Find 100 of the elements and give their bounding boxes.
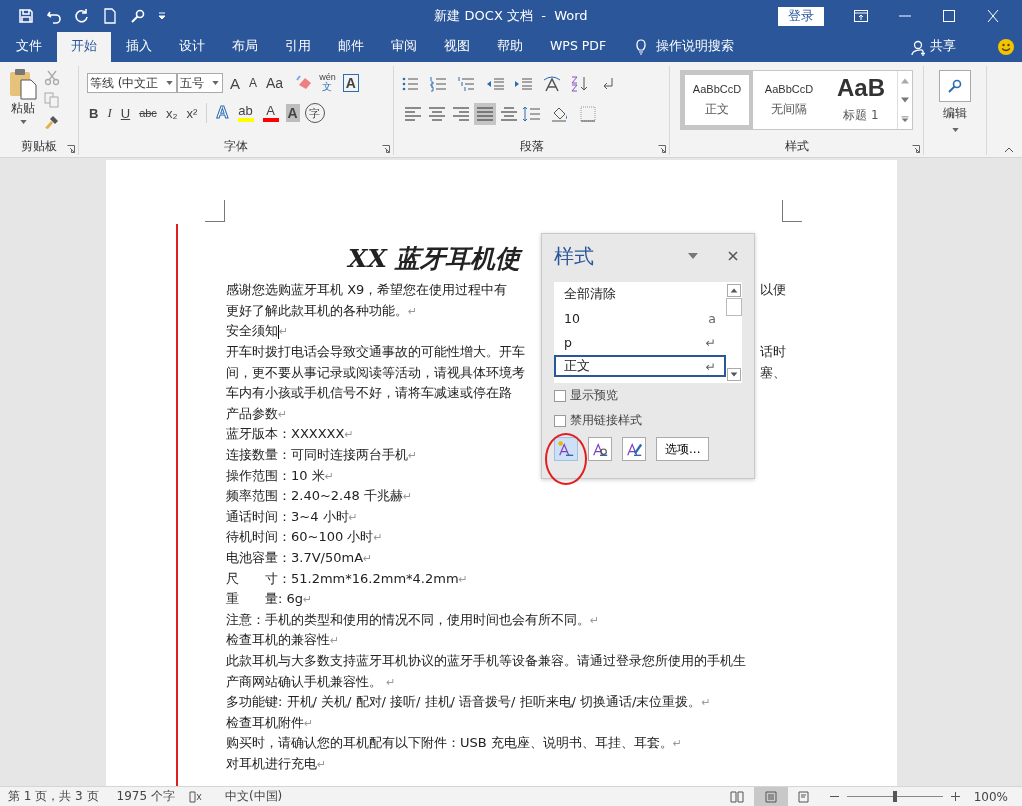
- character-shading-button[interactable]: A: [285, 104, 300, 122]
- ribbon-tab[interactable]: 帮助: [485, 32, 535, 62]
- style-list-item[interactable]: 全部清除: [554, 283, 726, 305]
- list-scrollbar[interactable]: [726, 282, 742, 383]
- decrease-indent-icon[interactable]: [486, 76, 506, 92]
- ribbon-tab[interactable]: 审阅: [379, 32, 429, 62]
- borders-icon[interactable]: [578, 106, 598, 122]
- checkbox[interactable]: [554, 414, 566, 427]
- maximize-icon[interactable]: [942, 10, 956, 22]
- style-option[interactable]: AaBbCcD 无间隔: [753, 71, 825, 129]
- style-option[interactable]: AaBbCcD 正文: [681, 71, 753, 129]
- style-option[interactable]: AaB 标题 1: [825, 71, 897, 129]
- scroll-down-icon[interactable]: [901, 97, 909, 103]
- proofing-icon[interactable]: [188, 790, 203, 803]
- ribbon-tab[interactable]: WPS PDF: [538, 32, 619, 62]
- font-style-button[interactable]: I: [105, 102, 114, 124]
- scroll-up-icon[interactable]: [727, 284, 741, 297]
- font-name-dropdown[interactable]: 等线 (中文正: [87, 73, 177, 93]
- manage-styles-button[interactable]: [622, 437, 646, 461]
- font-tool-button[interactable]: Aa: [264, 72, 286, 94]
- collapse-ribbon-icon[interactable]: [1004, 147, 1014, 153]
- ribbon-tab[interactable]: 布局: [220, 32, 270, 62]
- font-style-button[interactable]: x₂: [163, 102, 180, 124]
- view-mode-button[interactable]: [753, 787, 788, 806]
- style-inspector-button[interactable]: [588, 437, 612, 461]
- character-border-button[interactable]: A: [342, 74, 359, 92]
- document-text-line: 以便: [760, 281, 786, 300]
- style-list-item[interactable]: 10 a: [554, 307, 726, 329]
- checkbox[interactable]: [554, 389, 566, 402]
- options-button[interactable]: 选项...: [656, 437, 710, 461]
- ribbon-tab[interactable]: 邮件: [326, 32, 376, 62]
- document-text-line: 连接数量：可同时连接两台手机↵: [226, 446, 418, 465]
- document-text-line: 更好了解此款耳机的各种功能。↵: [226, 301, 418, 320]
- zoom-slider-thumb[interactable]: [892, 791, 897, 802]
- caret-icon[interactable]: [688, 253, 698, 259]
- close-icon[interactable]: [728, 251, 738, 261]
- person-add-icon: [911, 40, 927, 56]
- ribbon-tab[interactable]: 开始: [57, 32, 111, 62]
- ribbon-tab[interactable]: 视图: [432, 32, 482, 62]
- tell-me-search[interactable]: 操作说明搜索: [656, 32, 735, 62]
- scroll-thumb[interactable]: [726, 298, 742, 316]
- font-style-button[interactable]: x²: [184, 102, 200, 124]
- document-text-line: 操作范围：10 米↵: [226, 466, 334, 485]
- new-style-button[interactable]: [554, 437, 578, 461]
- font-color-button[interactable]: A: [260, 102, 281, 124]
- ribbon-tab[interactable]: 文件: [4, 32, 54, 62]
- sort-icon[interactable]: [570, 76, 590, 92]
- dialog-launcher-icon[interactable]: [658, 145, 666, 153]
- phonetic-guide-button[interactable]: wén 文: [317, 72, 338, 94]
- document-title: XX 蓝牙耳机使: [348, 244, 521, 274]
- page-count[interactable]: 第 1 页，共 3 页: [0, 788, 109, 805]
- new-style-icon: [557, 440, 575, 458]
- document-text-line: 产品参数↵: [226, 404, 288, 423]
- style-list-item[interactable]: 正文 ↵: [554, 355, 726, 377]
- zoom-in-icon[interactable]: [950, 792, 960, 801]
- font-style-button[interactable]: U: [118, 102, 133, 124]
- scroll-down-icon[interactable]: [727, 368, 741, 381]
- dialog-launcher-icon[interactable]: [67, 145, 75, 153]
- ribbon-display-icon[interactable]: [854, 10, 868, 22]
- paint-bucket-icon[interactable]: [550, 106, 570, 122]
- font-tool-button[interactable]: A: [228, 72, 242, 94]
- font-tool-button[interactable]: A: [247, 72, 260, 94]
- smiley-icon[interactable]: [998, 39, 1014, 55]
- web-page-icon: [797, 790, 812, 803]
- highlight-color-button[interactable]: ab: [235, 102, 256, 124]
- word-count[interactable]: 1975 个字: [108, 788, 185, 805]
- style-list-item[interactable]: p ↵: [554, 331, 726, 353]
- redo-icon[interactable]: [74, 8, 90, 24]
- search-icon[interactable]: [130, 8, 146, 24]
- font-style-button[interactable]: B: [87, 102, 101, 124]
- ribbon-tab[interactable]: 设计: [167, 32, 217, 62]
- customize-caret-icon[interactable]: [158, 12, 166, 20]
- pane-title: 样式: [554, 242, 594, 270]
- paste-button[interactable]: 粘贴: [8, 68, 38, 137]
- increase-indent-icon[interactable]: [514, 76, 534, 92]
- gallery-expand-icon[interactable]: [901, 116, 909, 123]
- gallery-scrollbar[interactable]: [897, 71, 912, 129]
- alignment-button[interactable]: [474, 103, 496, 125]
- share-button[interactable]: 共享: [930, 32, 956, 62]
- caret-icon: [19, 120, 27, 124]
- font-style-button[interactable]: abc: [137, 102, 159, 124]
- language-indicator[interactable]: 中文(中国): [216, 788, 293, 805]
- document-text-line: 开车时拨打电话会导致交通事故的可能性增大。开车: [226, 343, 525, 362]
- font-size-dropdown[interactable]: 五号: [177, 73, 223, 93]
- document-text-line: 多功能键: 开机/ 关机/ 配对/ 接听/ 挂机/ 语音拨号/ 拒听来电/ 切换通话/末位重拨。↵: [226, 693, 711, 712]
- format-painter-icon[interactable]: [44, 114, 60, 130]
- new-document-icon[interactable]: [102, 8, 118, 24]
- ribbon-tab[interactable]: 引用: [273, 32, 323, 62]
- dialog-launcher-icon[interactable]: [382, 145, 390, 153]
- document-text-line: 电池容量：3.7V/50mA↵: [226, 549, 373, 567]
- eraser-icon[interactable]: [296, 75, 313, 91]
- login-button[interactable]: 登录: [778, 6, 824, 26]
- editing-button[interactable]: 编辑: [939, 66, 971, 132]
- save-icon[interactable]: [18, 8, 34, 24]
- ribbon-tab[interactable]: 插入: [114, 32, 164, 62]
- zoom-level[interactable]: 100%: [967, 789, 1022, 804]
- group-label: 样式: [784, 137, 809, 155]
- asian-layout-icon[interactable]: [542, 76, 562, 92]
- dialog-launcher-icon[interactable]: [912, 145, 920, 153]
- line-spacing-icon[interactable]: [522, 106, 542, 122]
